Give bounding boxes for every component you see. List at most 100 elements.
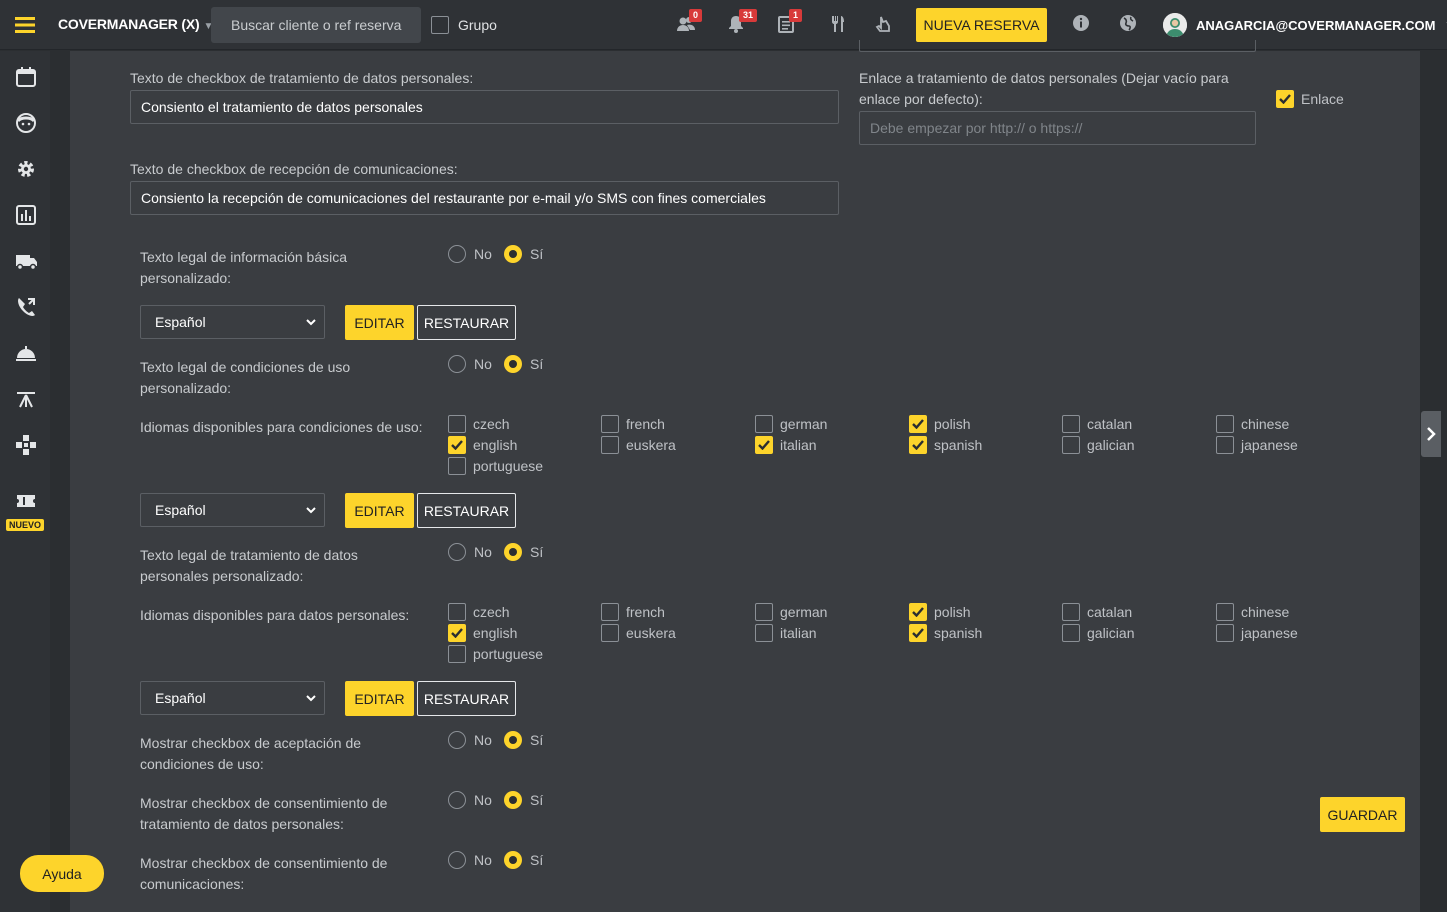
restore-button[interactable]: RESTAURAR — [417, 493, 516, 528]
terms-radio-no[interactable]: No — [448, 355, 492, 373]
restaurant-selector[interactable]: COVERMANAGER (X) ▼ — [58, 16, 213, 32]
privacy-radio-si[interactable]: Sí — [504, 543, 543, 561]
basic-info-radio-no[interactable]: No — [448, 245, 492, 263]
language-checkbox-czech[interactable]: czech — [448, 603, 510, 621]
checkbox-checked[interactable] — [909, 624, 927, 642]
checkbox-unchecked[interactable] — [601, 436, 619, 454]
restore-button[interactable]: RESTAURAR — [417, 305, 516, 340]
group-checkbox[interactable]: Grupo — [431, 16, 497, 34]
checkbox-checked[interactable] — [909, 436, 927, 454]
customer-face-icon[interactable] — [15, 112, 37, 134]
bell-icon[interactable]: 31 — [726, 9, 758, 34]
radio-unselected[interactable] — [448, 731, 466, 749]
checkbox-checked[interactable] — [448, 624, 466, 642]
info-icon[interactable] — [1072, 14, 1092, 34]
language-checkbox-galician[interactable]: galician — [1062, 436, 1134, 454]
link-checkbox[interactable]: Enlace — [1276, 90, 1344, 108]
language-checkbox-spanish[interactable]: spanish — [909, 436, 982, 454]
clipboard-list-icon[interactable]: 1 — [776, 9, 803, 34]
radio-unselected[interactable] — [448, 791, 466, 809]
radio-unselected[interactable] — [448, 355, 466, 373]
checkbox-checked[interactable] — [755, 436, 773, 454]
save-button[interactable]: GUARDAR — [1320, 797, 1405, 832]
checkbox-checked[interactable] — [909, 603, 927, 621]
calendar-icon[interactable] — [15, 66, 37, 88]
language-checkbox-euskera[interactable]: euskera — [601, 624, 676, 642]
language-checkbox-catalan[interactable]: catalan — [1062, 603, 1132, 621]
help-button[interactable]: Ayuda — [20, 855, 104, 892]
language-checkbox-chinese[interactable]: chinese — [1216, 603, 1289, 621]
bar-chart-icon[interactable] — [15, 204, 37, 226]
edit-button[interactable]: EDITAR — [345, 681, 414, 716]
globe-icon[interactable] — [1119, 14, 1139, 34]
show-terms-radio-si[interactable]: Sí — [504, 731, 543, 749]
phone-forward-icon[interactable] — [15, 296, 37, 318]
radio-selected[interactable] — [504, 851, 522, 869]
edit-button[interactable]: EDITAR — [345, 493, 414, 528]
checkbox-unchecked[interactable] — [755, 603, 773, 621]
gear-icon[interactable] — [15, 158, 37, 180]
language-checkbox-euskera[interactable]: euskera — [601, 436, 676, 454]
edit-button[interactable]: EDITAR — [345, 305, 414, 340]
radio-selected[interactable] — [504, 731, 522, 749]
language-checkbox-portuguese[interactable]: portuguese — [448, 645, 543, 663]
comms-text-input[interactable]: Consiento la recepción de comunicaciones… — [130, 181, 839, 215]
checkbox-checked[interactable] — [1276, 90, 1294, 108]
checkbox-unchecked[interactable] — [448, 457, 466, 475]
language-checkbox-spanish[interactable]: spanish — [909, 624, 982, 642]
delivery-truck-icon[interactable] — [15, 250, 37, 272]
checkbox-unchecked[interactable] — [1216, 436, 1234, 454]
radio-unselected[interactable] — [448, 245, 466, 263]
checkbox-unchecked[interactable] — [755, 415, 773, 433]
menu-icon[interactable] — [0, 0, 50, 50]
privacy-link-input[interactable]: Debe empezar por http:// o https:// — [859, 111, 1256, 145]
show-privacy-radio-no[interactable]: No — [448, 791, 492, 809]
search-input[interactable]: Buscar cliente o ref reserva — [211, 7, 421, 43]
radio-unselected[interactable] — [448, 543, 466, 561]
show-comms-radio-no[interactable]: No — [448, 851, 492, 869]
checkbox-unchecked[interactable] — [1062, 415, 1080, 433]
checkbox-unchecked[interactable] — [1216, 624, 1234, 642]
language-select[interactable]: Español — [140, 305, 325, 339]
language-checkbox-italian[interactable]: italian — [755, 624, 817, 642]
checkbox-unchecked[interactable] — [1062, 436, 1080, 454]
privacy-text-input[interactable]: Consiento el tratamiento de datos person… — [130, 90, 839, 124]
privacy-radio-no[interactable]: No — [448, 543, 492, 561]
room-service-icon[interactable] — [15, 342, 37, 364]
language-checkbox-czech[interactable]: czech — [448, 415, 510, 433]
language-select[interactable]: Español — [140, 493, 325, 527]
checkbox-unchecked[interactable] — [1062, 603, 1080, 621]
language-checkbox-french[interactable]: french — [601, 603, 665, 621]
basic-info-radio-si[interactable]: Sí — [504, 245, 543, 263]
expand-panel-button[interactable] — [1421, 411, 1441, 457]
checkbox-unchecked[interactable] — [1062, 624, 1080, 642]
language-checkbox-english[interactable]: english — [448, 436, 517, 454]
checkbox-unchecked[interactable] — [448, 603, 466, 621]
language-checkbox-german[interactable]: german — [755, 603, 827, 621]
checkbox-unchecked[interactable] — [448, 415, 466, 433]
table-icon[interactable] — [15, 388, 37, 410]
language-checkbox-french[interactable]: french — [601, 415, 665, 433]
radio-selected[interactable] — [504, 791, 522, 809]
language-checkbox-german[interactable]: german — [755, 415, 827, 433]
show-comms-radio-si[interactable]: Sí — [504, 851, 543, 869]
radio-selected[interactable] — [504, 543, 522, 561]
hand-bell-icon[interactable] — [874, 14, 894, 34]
checkbox-unchecked[interactable] — [601, 624, 619, 642]
radio-unselected[interactable] — [448, 851, 466, 869]
language-checkbox-japanese[interactable]: japanese — [1216, 624, 1298, 642]
people-icon[interactable]: 0 — [676, 9, 703, 34]
cutlery-icon[interactable] — [828, 14, 848, 34]
checkbox-unchecked[interactable] — [448, 645, 466, 663]
language-checkbox-portuguese[interactable]: portuguese — [448, 457, 543, 475]
terms-radio-si[interactable]: Sí — [504, 355, 543, 373]
language-checkbox-catalan[interactable]: catalan — [1062, 415, 1132, 433]
checkbox-unchecked[interactable] — [1216, 415, 1234, 433]
language-select[interactable]: Español — [140, 681, 325, 715]
show-terms-radio-no[interactable]: No — [448, 731, 492, 749]
show-privacy-radio-si[interactable]: Sí — [504, 791, 543, 809]
language-checkbox-chinese[interactable]: chinese — [1216, 415, 1289, 433]
user-menu[interactable]: ANAGARCIA@COVERMANAGER.COM ▼ — [1163, 13, 1447, 37]
checkbox-unchecked[interactable] — [601, 415, 619, 433]
language-checkbox-english[interactable]: english — [448, 624, 517, 642]
